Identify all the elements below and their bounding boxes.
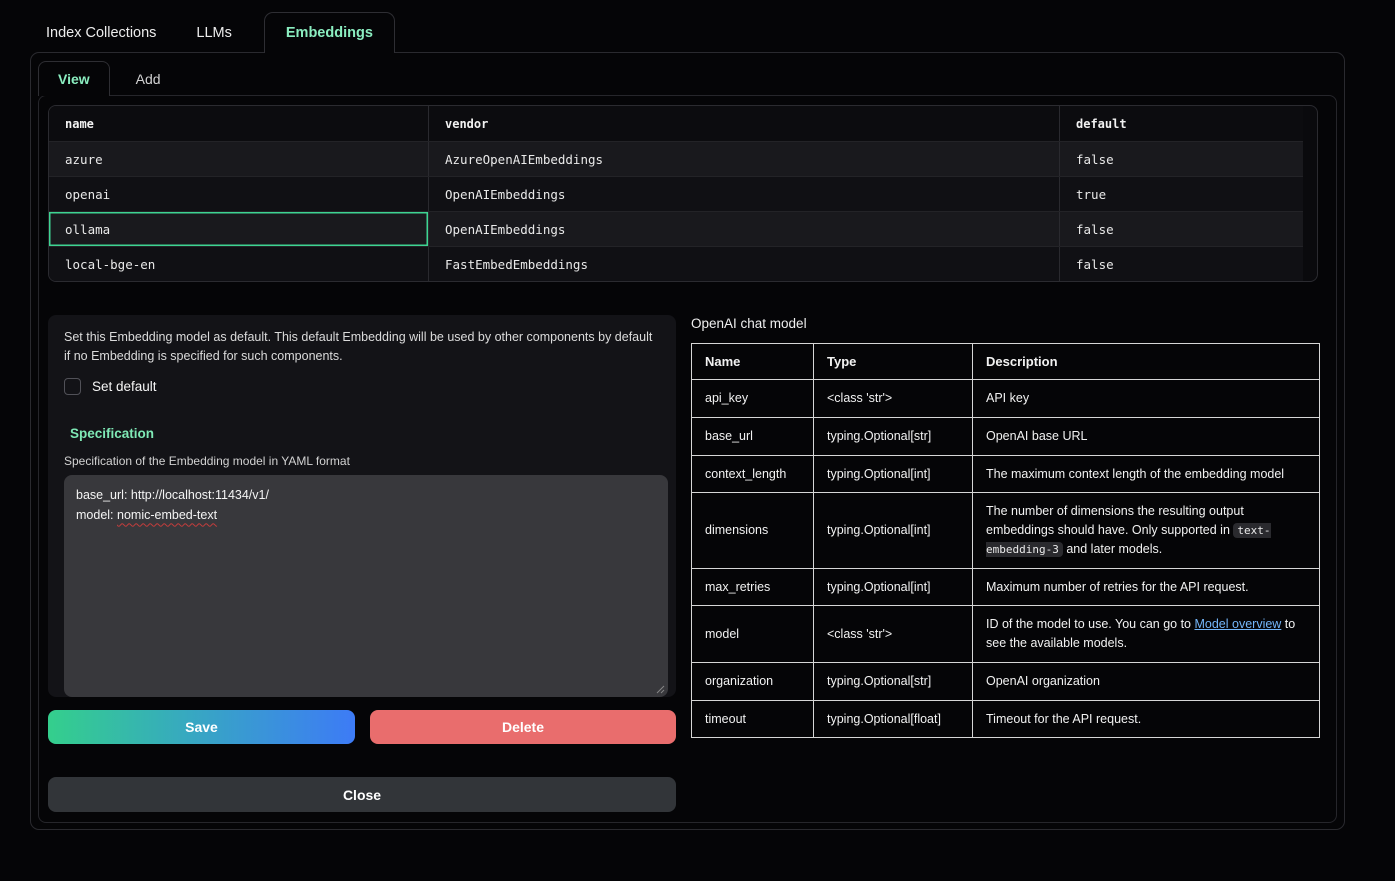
cell-default: true <box>1060 177 1303 211</box>
specification-helper-text: Specification of the Embedding model in … <box>64 454 660 468</box>
param-description: OpenAI base URL <box>973 417 1320 455</box>
cell-default: false <box>1060 142 1303 176</box>
top-tab-bar: Index Collections LLMs Embeddings <box>38 12 395 53</box>
param-row-organization: organizationtyping.Optional[str]OpenAI o… <box>692 662 1320 700</box>
code-chip: text-embedding-3 <box>986 523 1271 557</box>
embeddings-table-body: azureAzureOpenAIEmbeddingsfalseopenaiOpe… <box>49 141 1303 281</box>
table-row-azure[interactable]: azureAzureOpenAIEmbeddingsfalse <box>49 141 1303 176</box>
param-table-header: NameTypeDescription <box>692 344 1320 380</box>
param-type: <class 'str'> <box>814 606 973 663</box>
param-name: context_length <box>692 455 814 493</box>
cell-vendor: OpenAIEmbeddings <box>429 212 1060 246</box>
set-default-checkbox[interactable] <box>64 378 81 395</box>
embedding-detail-panel: Set this Embedding model as default. Thi… <box>48 315 676 697</box>
resize-handle-icon[interactable] <box>655 684 665 694</box>
embeddings-table: namevendordefault azureAzureOpenAIEmbedd… <box>48 105 1318 282</box>
param-row-base-url: base_urltyping.Optional[str]OpenAI base … <box>692 417 1320 455</box>
page-root: Index CollectionsLLMsEmbeddings ViewAdd … <box>0 0 1395 881</box>
param-type: typing.Optional[int] <box>814 455 973 493</box>
close-button[interactable]: Close <box>48 777 676 812</box>
param-row-timeout: timeouttyping.Optional[float]Timeout for… <box>692 700 1320 738</box>
column-header-default: default <box>1060 106 1303 141</box>
column-header-name: name <box>49 106 429 141</box>
param-type: typing.Optional[float] <box>814 700 973 738</box>
subtab-add[interactable]: Add <box>128 61 169 96</box>
param-column-header-type: Type <box>814 344 973 380</box>
delete-button[interactable]: Delete <box>370 710 676 744</box>
tab-embeddings[interactable]: Embeddings <box>264 12 395 53</box>
sub-tab-bar: View Add <box>38 61 169 96</box>
table-row-local-bge-en[interactable]: local-bge-enFastEmbedEmbeddingsfalse <box>49 246 1303 281</box>
param-row-context-length: context_lengthtyping.Optional[int]The ma… <box>692 455 1320 493</box>
specification-heading: Specification <box>70 426 660 441</box>
set-default-description: Set this Embedding model as default. Thi… <box>64 328 660 367</box>
tab-llms[interactable]: LLMs <box>188 12 239 53</box>
cell-name: ollama <box>49 212 429 246</box>
set-default-row: Set default <box>64 378 660 395</box>
cell-default: false <box>1060 247 1303 281</box>
table-row-ollama[interactable]: ollamaOpenAIEmbeddingsfalse <box>49 211 1303 246</box>
cell-vendor: OpenAIEmbeddings <box>429 177 1060 211</box>
param-panel-title: OpenAI chat model <box>691 316 807 331</box>
cell-name: local-bge-en <box>49 247 429 281</box>
param-description: Maximum number of retries for the API re… <box>973 568 1320 606</box>
param-name: max_retries <box>692 568 814 606</box>
param-row-dimensions: dimensionstyping.Optional[int]The number… <box>692 493 1320 568</box>
param-row-api-key: api_key<class 'str'>API key <box>692 380 1320 418</box>
embeddings-table-header: namevendordefault <box>49 106 1303 141</box>
param-name: organization <box>692 662 814 700</box>
subtab-view[interactable]: View <box>38 61 110 96</box>
cell-name: azure <box>49 142 429 176</box>
cell-vendor: AzureOpenAIEmbeddings <box>429 142 1060 176</box>
param-name: timeout <box>692 700 814 738</box>
misspelled-word: nomic-embed-text <box>117 508 217 522</box>
param-type: typing.Optional[str] <box>814 417 973 455</box>
param-description: ID of the model to use. You can go to Mo… <box>973 606 1320 663</box>
param-name: api_key <box>692 380 814 418</box>
param-row-model: model<class 'str'>ID of the model to use… <box>692 606 1320 663</box>
param-type: typing.Optional[str] <box>814 662 973 700</box>
param-name: model <box>692 606 814 663</box>
save-button[interactable]: Save <box>48 710 355 744</box>
param-type: typing.Optional[int] <box>814 493 973 568</box>
model-overview-link[interactable]: Model overview <box>1194 617 1281 631</box>
param-name: dimensions <box>692 493 814 568</box>
param-name: base_url <box>692 417 814 455</box>
editor-line: model: nomic-embed-text <box>76 505 656 526</box>
param-description: The number of dimensions the resulting o… <box>973 493 1320 568</box>
param-description: Timeout for the API request. <box>973 700 1320 738</box>
column-header-vendor: vendor <box>429 106 1060 141</box>
param-row-max-retries: max_retriestyping.Optional[int]Maximum n… <box>692 568 1320 606</box>
cell-vendor: FastEmbedEmbeddings <box>429 247 1060 281</box>
param-column-header-description: Description <box>973 344 1320 380</box>
editor-line: base_url: http://localhost:11434/v1/ <box>76 485 656 506</box>
set-default-label: Set default <box>92 379 157 394</box>
table-row-openai[interactable]: openaiOpenAIEmbeddingstrue <box>49 176 1303 211</box>
specification-editor[interactable]: base_url: http://localhost:11434/v1/mode… <box>64 475 668 697</box>
param-type: typing.Optional[int] <box>814 568 973 606</box>
param-description: The maximum context length of the embedd… <box>973 455 1320 493</box>
param-type: <class 'str'> <box>814 380 973 418</box>
tab-index-collections[interactable]: Index Collections <box>38 12 164 53</box>
cell-default: false <box>1060 212 1303 246</box>
param-description: API key <box>973 380 1320 418</box>
cell-name: openai <box>49 177 429 211</box>
param-table: NameTypeDescription api_key<class 'str'>… <box>691 343 1320 738</box>
param-description: OpenAI organization <box>973 662 1320 700</box>
param-column-header-name: Name <box>692 344 814 380</box>
